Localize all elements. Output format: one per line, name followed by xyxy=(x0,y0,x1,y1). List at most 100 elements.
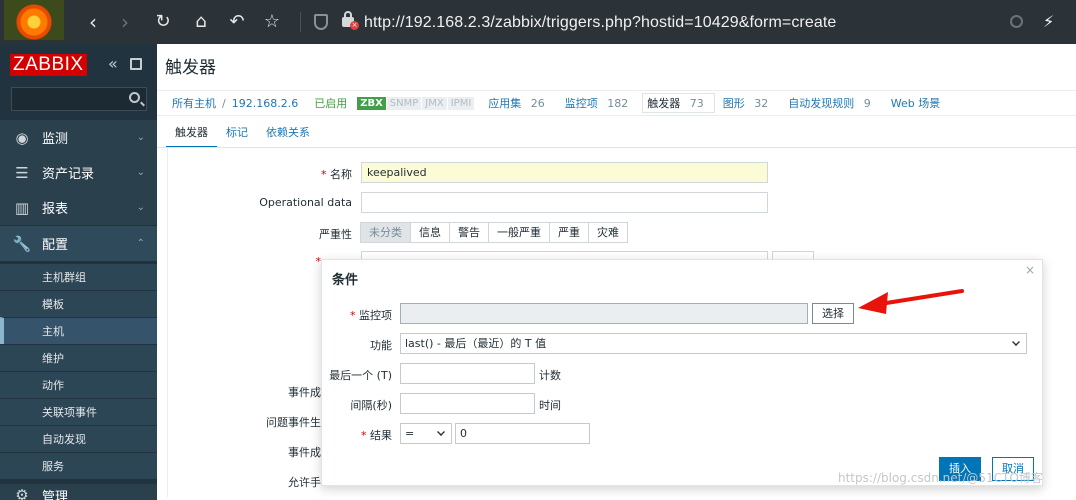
search-icon[interactable] xyxy=(129,92,140,103)
partial-label-3: 事件成 xyxy=(288,446,321,459)
sidebar-search-input[interactable] xyxy=(11,87,147,111)
chevron-down-icon xyxy=(1012,338,1020,346)
operational-data-label: Operational data xyxy=(259,196,352,209)
severity-warning[interactable]: 警告 xyxy=(449,222,489,243)
menu-inventory[interactable]: ☰ 资产记录 ⌄ xyxy=(0,155,157,190)
menu-label: 资产记录 xyxy=(42,167,95,182)
name-label: * 名称 xyxy=(321,168,352,181)
chevron-down-icon: ⌄ xyxy=(136,202,145,213)
collapse-sidebar-icon[interactable]: « xyxy=(108,54,118,73)
host-status-enabled[interactable]: 已启用 xyxy=(314,95,347,111)
availability-zbx-badge: ZBX xyxy=(357,96,386,110)
severity-selector: 未分类 信息 警告 一般严重 严重 灾难 xyxy=(360,222,628,243)
chevron-down-icon: ⌄ xyxy=(136,167,145,178)
severity-not-classified[interactable]: 未分类 xyxy=(360,222,411,243)
toolbar-divider xyxy=(300,12,301,32)
partial-label-2: 问题事件生 xyxy=(266,416,321,429)
shield-icon[interactable] xyxy=(314,14,328,30)
trigger-name-input[interactable]: keepalived xyxy=(361,162,768,183)
last-t-unit: 计数 xyxy=(539,369,561,382)
submenu-templates[interactable]: 模板 xyxy=(0,290,157,317)
menu-monitoring[interactable]: ◉ 监测 ⌄ xyxy=(0,120,157,155)
watermark-text: https://blog.csdn.net/@51CTO博客 xyxy=(838,471,1043,485)
breadcrumb-discovery-rules[interactable]: 自动发现规则 9 xyxy=(788,95,877,111)
severity-high[interactable]: 严重 xyxy=(549,222,589,243)
interval-label: 间隔(秒) xyxy=(350,399,392,412)
breadcrumb-items[interactable]: 监控项 182 xyxy=(565,95,635,111)
breadcrumb-triggers[interactable]: 触发器 73 xyxy=(642,93,715,113)
last-t-label: 最后一个 (T) xyxy=(329,369,392,382)
arrow-head xyxy=(858,292,888,314)
breadcrumb-all-hosts[interactable]: 所有主机 xyxy=(172,95,216,111)
interval-input[interactable] xyxy=(400,393,535,414)
form-tabs: 触发器 标记 依赖关系 xyxy=(166,124,319,148)
undo-icon[interactable]: ↶ xyxy=(226,11,248,33)
home-icon[interactable]: ⌂ xyxy=(190,11,212,33)
tab-tags[interactable]: 标记 xyxy=(217,124,257,148)
arrow-shaft xyxy=(878,289,964,306)
search-icon[interactable] xyxy=(1010,15,1023,28)
insecure-badge-icon: × xyxy=(350,21,359,30)
result-label: * 结果 xyxy=(361,429,392,442)
close-icon[interactable]: × xyxy=(1025,263,1035,277)
operational-data-input[interactable] xyxy=(361,192,768,213)
breadcrumb-separator: / xyxy=(222,96,226,110)
availability-jmx-badge: JMX xyxy=(422,96,447,110)
operator-select[interactable]: = xyxy=(400,423,452,444)
menu-label: 监测 xyxy=(42,132,69,147)
function-label: 功能 xyxy=(370,339,392,352)
kiosk-mode-icon[interactable] xyxy=(130,58,142,70)
forward-icon[interactable]: › xyxy=(114,11,136,33)
function-select[interactable]: last() - 最后（最近）的 T 值 xyxy=(400,333,1027,354)
severity-average[interactable]: 一般严重 xyxy=(488,222,550,243)
bar-chart-icon: ▥ xyxy=(14,198,30,217)
breadcrumb-web-scenarios[interactable]: Web 场景 xyxy=(891,95,946,111)
bolt-icon[interactable]: ⚡ xyxy=(1043,12,1054,31)
tab-trigger[interactable]: 触发器 xyxy=(166,124,217,148)
menu-label: 报表 xyxy=(42,202,69,217)
red-arrow-annotation xyxy=(858,289,964,314)
zabbix-logo[interactable]: ZABBIX xyxy=(10,54,87,76)
partial-label-4: 允许手 xyxy=(288,476,321,489)
bookmark-star-icon[interactable]: ☆ xyxy=(261,11,283,33)
menu-label: 管理 xyxy=(42,490,69,500)
expression-label: * xyxy=(315,255,322,268)
interval-unit: 时间 xyxy=(539,399,561,412)
back-icon[interactable]: ‹ xyxy=(82,11,104,33)
submenu-hosts[interactable]: 主机 xyxy=(0,317,157,344)
tab-dependencies[interactable]: 依赖关系 xyxy=(257,124,319,148)
breadcrumb-graphs[interactable]: 图形 32 xyxy=(723,95,775,111)
breadcrumb: 所有主机 / 192.168.2.6 已启用 ZBX SNMP JMX IPMI… xyxy=(157,90,1076,116)
partial-label-1: 事件成 xyxy=(288,386,321,399)
severity-disaster[interactable]: 灾难 xyxy=(588,222,628,243)
dialog-title: 条件 xyxy=(332,273,359,288)
eye-icon: ◉ xyxy=(15,128,29,147)
chevron-down-icon: ⌄ xyxy=(136,132,145,143)
breadcrumb-host[interactable]: 192.168.2.6 xyxy=(232,97,298,110)
chevron-down-icon xyxy=(437,428,445,436)
browser-toolbar: ‹ › ↻ ⌂ ↶ ☆ × http://192.168.2.3/zabbix/… xyxy=(0,0,1076,44)
profile-flower-image xyxy=(4,0,64,40)
availability-snmp-badge: SNMP xyxy=(386,96,422,110)
last-t-input[interactable] xyxy=(400,363,535,384)
select-item-button[interactable]: 选择 xyxy=(812,303,854,324)
menu-label: 配置 xyxy=(42,238,69,253)
function-select-value: last() - 最后（最近）的 T 值 xyxy=(405,337,547,350)
chevron-up-icon: ⌃ xyxy=(136,238,145,249)
page-title: 触发器 xyxy=(165,58,216,78)
submenu-maintenance[interactable]: 维护 xyxy=(0,344,157,371)
wrench-icon: 🔧 xyxy=(12,234,32,253)
breadcrumb-applications[interactable]: 应用集 26 xyxy=(488,95,551,111)
operator-value: = xyxy=(405,427,415,440)
result-input[interactable]: 0 xyxy=(455,423,590,444)
reload-icon[interactable]: ↻ xyxy=(152,11,174,33)
severity-information[interactable]: 信息 xyxy=(410,222,450,243)
menu-reports[interactable]: ▥ 报表 ⌄ xyxy=(0,190,157,225)
gear-icon: ⚙ xyxy=(15,486,29,500)
availability-ipmi-badge: IPMI xyxy=(447,96,475,110)
address-bar[interactable]: http://192.168.2.3/zabbix/triggers.php?h… xyxy=(364,14,836,32)
item-label: * 监控项 xyxy=(350,309,392,322)
item-input[interactable] xyxy=(400,303,808,324)
severity-label: 严重性 xyxy=(319,228,352,241)
list-icon: ☰ xyxy=(15,163,29,182)
